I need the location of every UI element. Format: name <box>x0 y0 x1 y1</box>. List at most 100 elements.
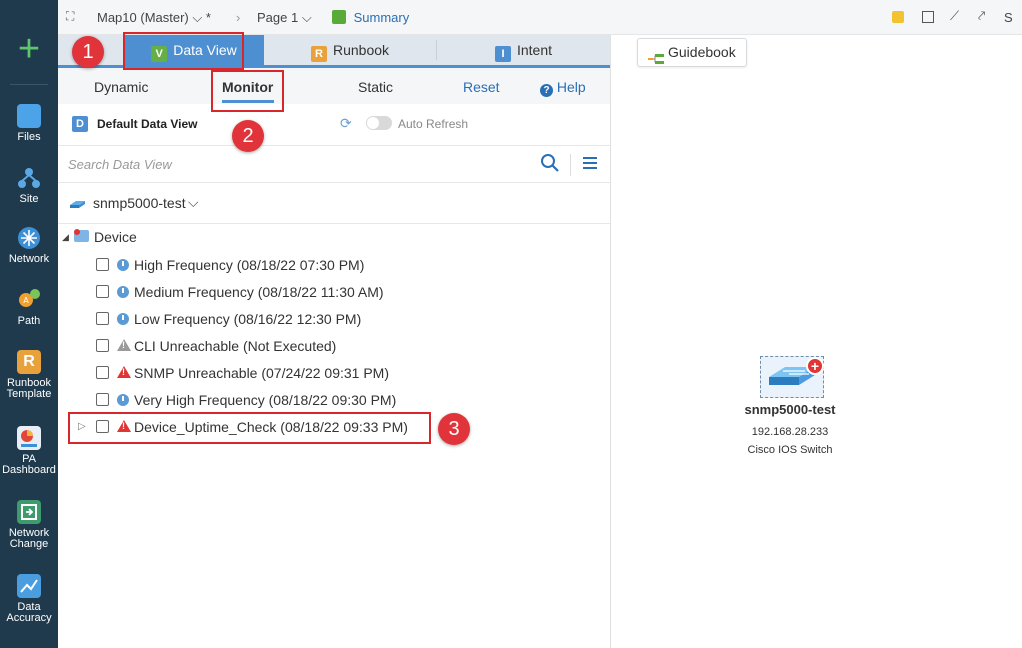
highlight-uptime-check <box>68 412 431 444</box>
guidebook-icon <box>648 47 664 74</box>
sidebar-item-label: Network <box>8 253 50 265</box>
tree-item-label: CLI Unreachable (Not Executed) <box>134 338 337 354</box>
sidebar-item-path[interactable]: A Path <box>0 288 58 327</box>
help-label: Help <box>556 79 586 95</box>
line-tool-icon[interactable]: ⟋ <box>950 8 959 24</box>
search-input[interactable] <box>68 153 528 175</box>
sidebar-item-runbook-template[interactable]: R Runbook Template <box>0 350 58 400</box>
device-selector[interactable]: snmp5000-test ⌵ <box>58 184 610 224</box>
sidebar-item-label: PA Dashboard <box>2 453 56 476</box>
reset-link[interactable]: Reset <box>463 79 500 95</box>
refresh-icon[interactable]: ⟳ <box>340 115 352 132</box>
runbook-template-icon: R <box>17 350 41 374</box>
path-tool-icon[interactable]: ⤤ <box>978 8 985 24</box>
menu-icon[interactable] <box>582 155 598 176</box>
guidebook-label: Guidebook <box>668 44 736 60</box>
panel-divider <box>610 35 611 648</box>
tab-label: Intent <box>516 42 553 58</box>
tree-root-label: Device <box>94 229 137 245</box>
data-accuracy-icon <box>17 574 41 598</box>
device-selector-label: snmp5000-test <box>93 195 186 211</box>
auto-refresh-toggle[interactable] <box>366 116 392 130</box>
intent-icon: I <box>494 46 511 62</box>
data-view-title[interactable]: Default Data View <box>97 117 197 131</box>
schedule-clock-icon <box>117 394 129 406</box>
device-name: snmp5000-test <box>744 402 836 417</box>
summary-button[interactable]: Summary <box>332 10 409 25</box>
tree-item[interactable]: Very High Frequency (08/18/22 09:30 PM) <box>96 387 416 413</box>
chevron-down-icon: ⌵ <box>301 10 312 25</box>
item-checkbox[interactable] <box>96 339 109 352</box>
item-checkbox[interactable] <box>96 312 109 325</box>
sidebar-item-label: Data Accuracy <box>6 601 52 624</box>
add-badge-icon[interactable]: + <box>806 357 824 375</box>
map-selector[interactable]: Map10 (Master) ⌵ * <box>97 10 211 26</box>
summary-label: Summary <box>353 10 410 25</box>
help-icon: ? <box>540 84 553 97</box>
guidebook-button[interactable]: Guidebook <box>637 38 747 67</box>
tree-item[interactable]: CLI Unreachable (Not Executed) <box>96 333 416 359</box>
site-icon <box>17 166 41 190</box>
item-checkbox[interactable] <box>96 258 109 271</box>
path-icon: A <box>17 288 41 312</box>
sidebar-item-label: Network Change <box>8 527 50 550</box>
search-bar <box>58 146 610 183</box>
device-status-dot <box>74 229 80 235</box>
rectangle-tool-icon[interactable] <box>922 11 934 23</box>
top-toolbar: ⛶ Map10 (Master) ⌵ * › Page 1 ⌵ Summary … <box>58 0 1022 35</box>
data-view-badge-icon: D <box>72 116 88 132</box>
tree-item[interactable]: Low Frequency (08/16/22 12:30 PM) <box>96 306 416 332</box>
tab-label: Runbook <box>332 42 390 58</box>
left-sidebar: + Files Site Network A Path R Runbook Te… <box>0 0 58 648</box>
sidebar-item-files[interactable]: Files <box>0 104 58 143</box>
sidebar-item-network-change[interactable]: Network Change <box>0 500 58 550</box>
collapse-arrow-icon[interactable]: ◢ <box>62 224 69 250</box>
sidebar-item-label: Files <box>17 131 41 143</box>
warning-icon <box>117 339 131 351</box>
sidebar-item-site[interactable]: Site <box>0 166 58 205</box>
schedule-clock-icon <box>117 259 129 271</box>
add-icon[interactable]: + <box>0 30 58 70</box>
tree-item[interactable]: SNMP Unreachable (07/24/22 09:31 PM) <box>96 360 416 386</box>
page-selector[interactable]: Page 1 ⌵ <box>257 10 312 26</box>
subtab-static[interactable]: Static <box>358 79 393 95</box>
tab-runbook[interactable]: R Runbook <box>264 35 436 65</box>
highlight-monitor-tab <box>211 70 284 112</box>
item-checkbox[interactable] <box>96 285 109 298</box>
device-type: Cisco IOS Switch <box>747 444 833 456</box>
callout-step-1: 1 <box>72 36 104 68</box>
chevron-down-icon: ⌵ <box>188 194 199 210</box>
device-ip: 192.168.28.233 <box>751 426 829 438</box>
sidebar-item-network[interactable]: Network <box>0 226 58 265</box>
tab-intent[interactable]: I Intent <box>437 35 610 65</box>
sidebar-divider <box>10 84 48 85</box>
tree-item[interactable]: Medium Frequency (08/18/22 11:30 AM) <box>96 279 416 305</box>
page-name: Page 1 <box>257 10 299 25</box>
sidebar-item-pa-dashboard[interactable]: PA Dashboard <box>0 426 58 476</box>
fullscreen-icon[interactable]: ⛶ <box>66 9 74 24</box>
item-checkbox[interactable] <box>96 393 109 406</box>
sidebar-item-label: Site <box>19 193 39 205</box>
folder-icon <box>17 104 41 128</box>
item-checkbox[interactable] <box>96 366 109 379</box>
network-icon <box>17 226 41 250</box>
note-icon[interactable] <box>892 11 904 23</box>
sidebar-item-label: Runbook Template <box>6 377 52 400</box>
map-name: Map10 (Master) <box>97 10 189 25</box>
tree-item-label: Very High Frequency (08/18/22 09:30 PM) <box>134 392 397 408</box>
warning-icon <box>117 366 131 378</box>
highlight-data-view-tab <box>123 32 244 70</box>
tree-item-label: Medium Frequency (08/18/22 11:30 AM) <box>134 284 384 300</box>
pa-dashboard-icon <box>17 426 41 450</box>
tree-item-label: Low Frequency (08/16/22 12:30 PM) <box>134 311 362 327</box>
schedule-clock-icon <box>117 286 129 298</box>
network-change-icon <box>17 500 41 524</box>
sidebar-item-data-accuracy[interactable]: Data Accuracy <box>0 574 58 624</box>
tree-item[interactable]: High Frequency (08/18/22 07:30 PM) <box>96 252 416 278</box>
help-link[interactable]: ? Help <box>540 79 586 97</box>
subtab-dynamic[interactable]: Dynamic <box>94 79 148 95</box>
search-icon[interactable] <box>540 153 560 178</box>
auto-refresh-label: Auto Refresh <box>398 117 469 131</box>
svg-text:A: A <box>23 296 29 305</box>
toolbar-overflow-label[interactable]: S <box>1004 10 1013 25</box>
